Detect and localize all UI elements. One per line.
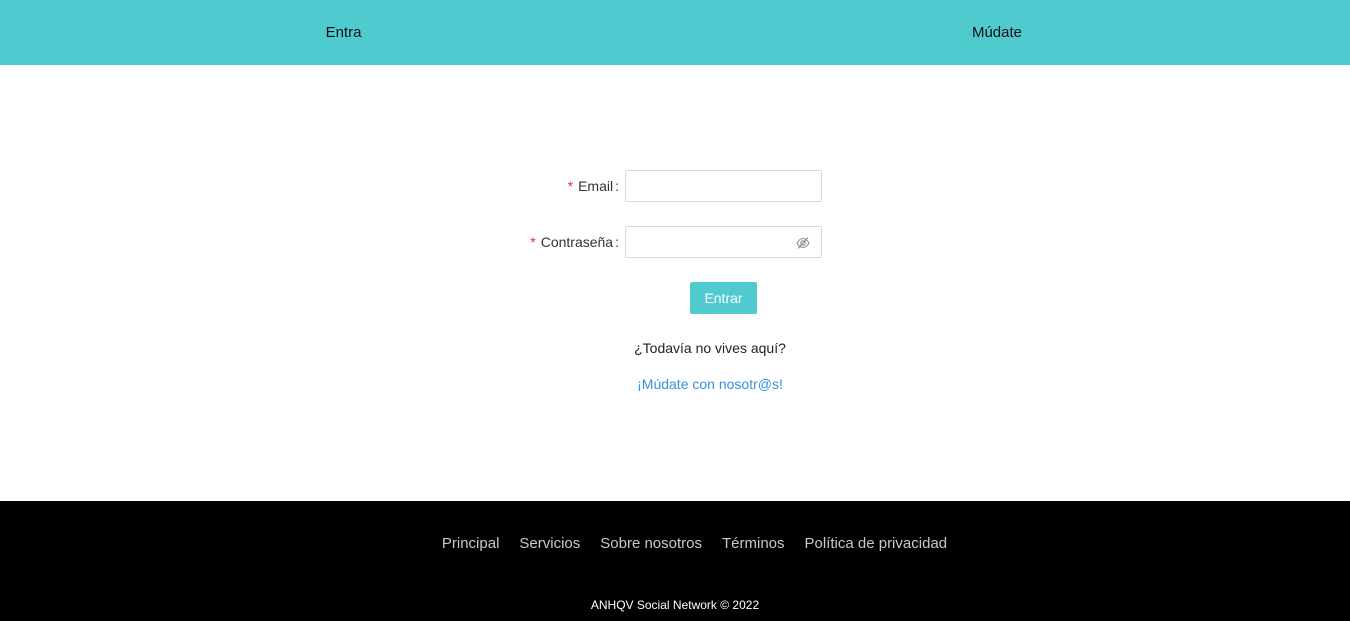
email-field[interactable] [626, 171, 821, 201]
required-mark: * [530, 234, 536, 250]
label-colon: : [615, 178, 619, 194]
password-label: * Contraseña : [500, 226, 619, 258]
footer-link-servicios[interactable]: Servicios [519, 535, 580, 552]
password-field[interactable] [626, 227, 791, 257]
copyright-text: ANHQV Social Network © 2022 [590, 598, 760, 612]
signup-question: ¿Todavía no vives aquí? [634, 340, 786, 356]
label-colon: : [615, 234, 619, 250]
footer-link-sobre-nosotros[interactable]: Sobre nosotros [600, 535, 702, 552]
footer-link-privacidad[interactable]: Política de privacidad [805, 535, 948, 552]
required-mark: * [567, 178, 574, 194]
email-label: * Email : [500, 170, 619, 202]
email-label-text: Email [578, 178, 614, 194]
password-label-text: Contraseña [540, 234, 614, 250]
copyright: ANHQV Social Network © 2022 [0, 598, 1350, 612]
footer: Principal Servicios Sobre nosotros Térmi… [0, 501, 1350, 621]
login-form: * Email : * Contraseña : Entrar ¿Todavía… [0, 0, 1350, 500]
footer-link-principal[interactable]: Principal [442, 535, 500, 552]
eye-invisible-icon[interactable] [796, 236, 810, 250]
footer-link-terminos[interactable]: Términos [722, 535, 785, 552]
login-submit-button[interactable]: Entrar [690, 282, 757, 314]
footer-nav: Principal Servicios Sobre nosotros Térmi… [0, 535, 1350, 552]
email-field-wrapper [625, 170, 822, 202]
signup-link[interactable]: ¡Múdate con nosotr@s! [0, 376, 1350, 392]
password-field-wrapper [625, 226, 822, 258]
